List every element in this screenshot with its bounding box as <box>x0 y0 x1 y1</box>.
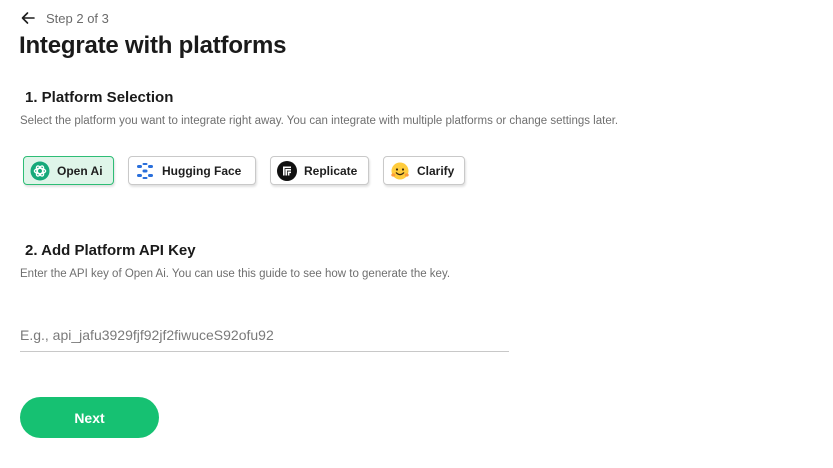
clarify-icon <box>390 161 410 181</box>
api-key-description: Enter the API key of Open Ai. You can us… <box>20 268 451 280</box>
platform-label: Replicate <box>304 163 358 178</box>
hugging-face-icon <box>135 161 155 181</box>
api-key-input[interactable] <box>20 319 509 352</box>
api-key-title: 2. Add Platform API Key <box>25 242 196 259</box>
platform-label: Hugging Face <box>162 163 242 178</box>
replicate-icon <box>277 160 297 181</box>
platform-option-open-ai[interactable]: Open Ai <box>23 156 114 185</box>
platform-label: Clarify <box>417 163 455 178</box>
openai-icon <box>30 161 50 181</box>
platform-option-hugging-face[interactable]: Hugging Face <box>128 156 256 185</box>
next-button[interactable]: Next <box>20 397 159 438</box>
platform-option-replicate[interactable]: Replicate <box>270 156 369 185</box>
back-arrow-icon[interactable] <box>20 10 36 26</box>
platform-selection-title: 1. Platform Selection <box>25 89 174 106</box>
step-label: Step 2 of 3 <box>46 10 109 26</box>
platform-label: Open Ai <box>57 163 103 178</box>
platform-option-clarify[interactable]: Clarify <box>383 156 465 185</box>
step-indicator: Step 2 of 3 <box>20 9 109 27</box>
platform-options: Open Ai Hugging Face Replicate Clarify <box>0 156 833 187</box>
platform-selection-description: Select the platform you want to integrat… <box>20 115 619 127</box>
page-title: Integrate with platforms <box>19 32 287 59</box>
